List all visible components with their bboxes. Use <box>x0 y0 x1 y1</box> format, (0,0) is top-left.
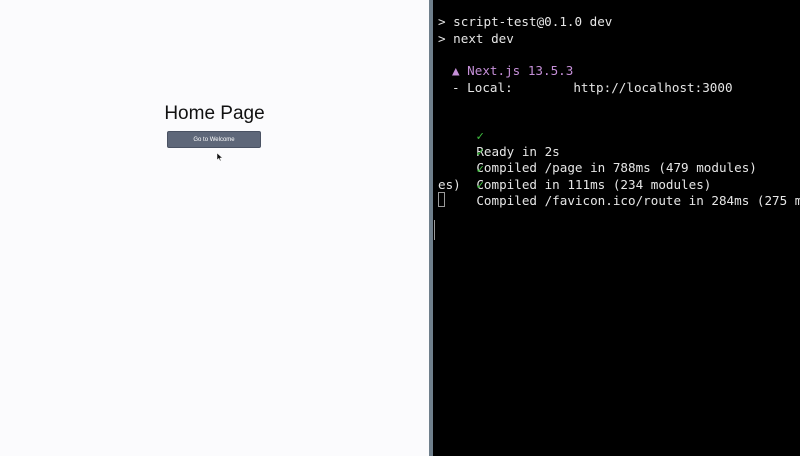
terminal-pane[interactable]: > script-test@0.1.0 dev > next dev ▲ Nex… <box>433 0 800 456</box>
text-caret <box>434 220 435 240</box>
check-icon: ✓ <box>476 177 484 192</box>
go-to-welcome-button[interactable]: Go to Welcome <box>167 131 261 148</box>
terminal-line: > script-test@0.1.0 dev <box>438 14 613 29</box>
terminal-line: - Local: http://localhost:3000 <box>452 80 733 95</box>
terminal-line: es) <box>438 177 461 192</box>
terminal-line: > next dev <box>438 31 514 46</box>
page-title: Home Page <box>164 103 265 124</box>
browser-pane: Home Page Go to Welcome <box>0 0 429 456</box>
terminal-line: Compiled /favicon.ico/route in 284ms (27… <box>476 193 800 208</box>
terminal-cursor <box>438 192 445 207</box>
mouse-pointer-icon <box>216 152 224 162</box>
nextjs-version-banner: ▲ Next.js 13.5.3 <box>452 63 574 78</box>
